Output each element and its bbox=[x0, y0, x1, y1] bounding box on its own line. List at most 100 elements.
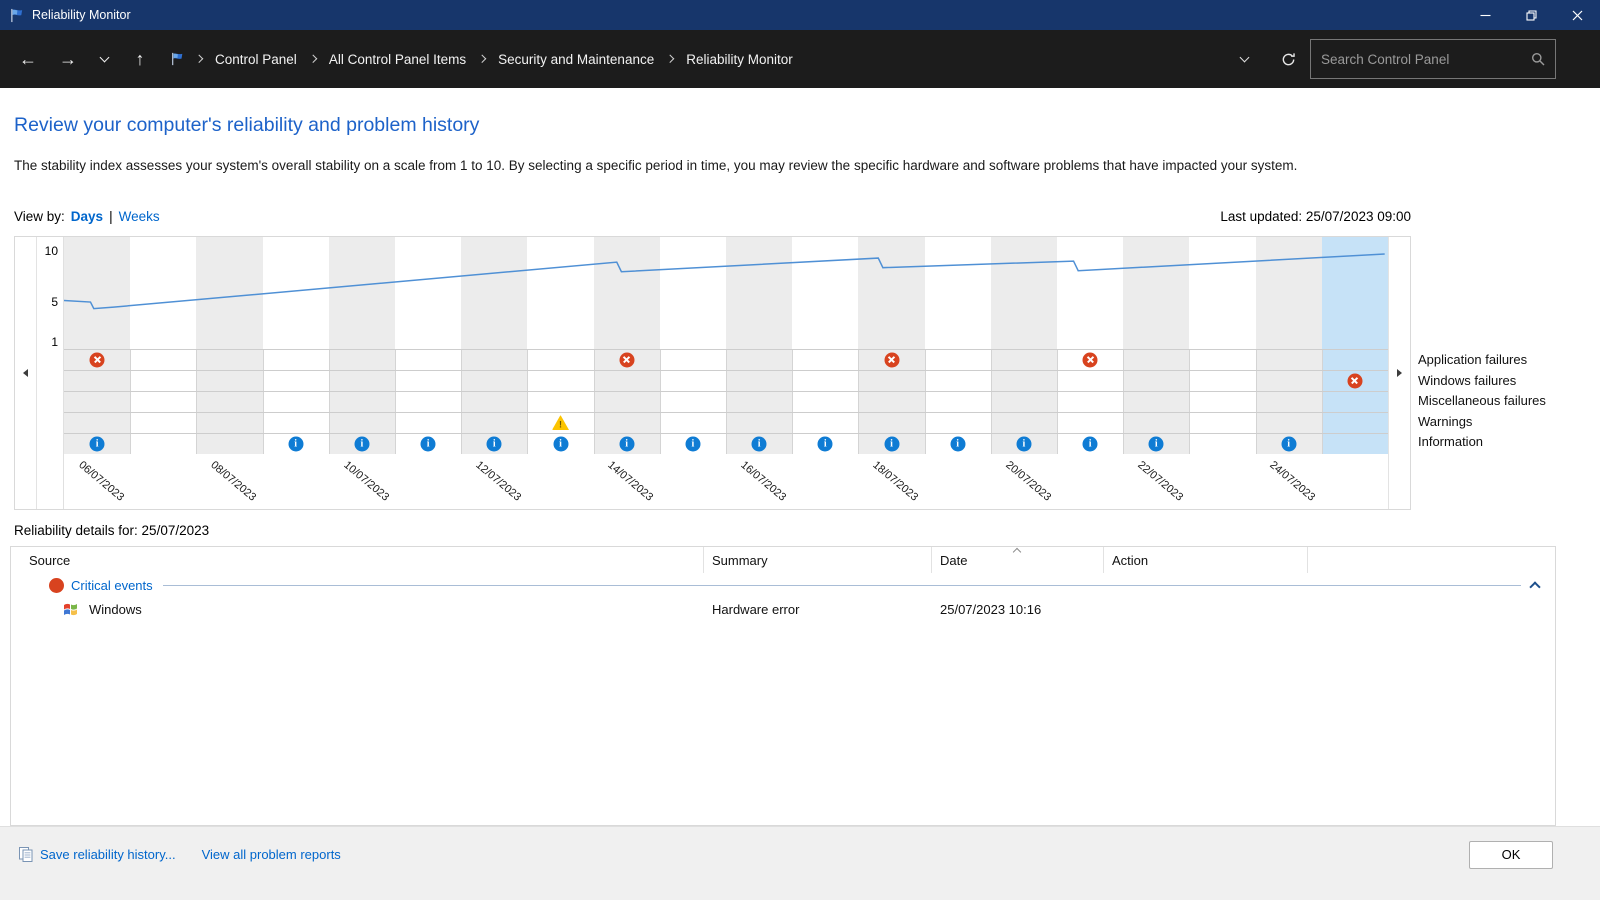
breadcrumb-chevron-icon[interactable] bbox=[189, 56, 209, 62]
grid-vline bbox=[792, 349, 793, 454]
windows-logo-icon bbox=[63, 601, 79, 617]
forward-button[interactable]: → bbox=[48, 39, 88, 79]
grid-vline bbox=[858, 349, 859, 454]
address-flag-icon bbox=[170, 52, 185, 66]
column-header-action[interactable]: Action bbox=[1104, 547, 1308, 573]
group-divider bbox=[163, 585, 1521, 586]
stability-chart: 1051 !iiiiiiiiiiiiiiii 06/07/202308/07/2… bbox=[14, 236, 1411, 510]
table-row[interactable]: Windows Hardware error 25/07/2023 10:16 bbox=[11, 597, 1555, 621]
view-by-separator: | bbox=[109, 209, 113, 224]
chart-scroll-right-button[interactable] bbox=[1388, 237, 1410, 509]
scroll-left-icon bbox=[23, 369, 28, 377]
chart-y-axis: 1051 bbox=[37, 237, 63, 509]
information-icon[interactable]: i bbox=[421, 436, 436, 451]
search-input[interactable] bbox=[1321, 52, 1531, 67]
chart-date-label: 24/07/2023 bbox=[1268, 459, 1318, 504]
chart-date-label: 10/07/2023 bbox=[341, 459, 391, 504]
breadcrumb-chevron-icon[interactable] bbox=[472, 56, 492, 62]
information-icon[interactable]: i bbox=[288, 436, 303, 451]
grid-vline bbox=[130, 349, 131, 454]
application-failures-icon[interactable] bbox=[90, 352, 105, 367]
search-icon[interactable] bbox=[1531, 52, 1545, 66]
breadcrumb-chevron-icon[interactable] bbox=[303, 56, 323, 62]
information-icon[interactable]: i bbox=[1083, 436, 1098, 451]
grid-vline bbox=[594, 349, 595, 454]
grid-hline bbox=[64, 412, 1388, 413]
legend-windows-failures: Windows failures bbox=[1418, 371, 1546, 392]
main-content: Review your computer's reliability and p… bbox=[0, 88, 1600, 826]
information-icon[interactable]: i bbox=[1281, 436, 1296, 451]
save-report-icon bbox=[18, 846, 34, 863]
critical-events-group-row[interactable]: Critical events bbox=[11, 573, 1555, 597]
reliability-monitor-window: Reliability Monitor ← → ↑ bbox=[0, 0, 1600, 900]
footer-bar: Save reliability history... View all pro… bbox=[0, 826, 1600, 900]
chart-scroll-left-button[interactable] bbox=[15, 237, 37, 509]
restore-button[interactable] bbox=[1508, 0, 1554, 30]
information-icon[interactable]: i bbox=[619, 436, 634, 451]
minimize-button[interactable] bbox=[1462, 0, 1508, 30]
column-header-source[interactable]: Source bbox=[11, 547, 704, 573]
ok-button[interactable]: OK bbox=[1469, 841, 1553, 869]
breadcrumb-chevron-icon[interactable] bbox=[660, 56, 680, 62]
chart-date-label: 06/07/2023 bbox=[76, 459, 126, 504]
windows-failures-icon[interactable] bbox=[1347, 373, 1362, 388]
information-icon[interactable]: i bbox=[1149, 436, 1164, 451]
row-source: Windows bbox=[89, 602, 142, 617]
back-button[interactable]: ← bbox=[8, 39, 48, 79]
reliability-flag-icon bbox=[9, 8, 25, 23]
application-failures-icon[interactable] bbox=[884, 352, 899, 367]
save-history-group: Save reliability history... bbox=[18, 846, 176, 863]
information-icon[interactable]: i bbox=[1016, 436, 1031, 451]
details-heading: Reliability details for: 25/07/2023 bbox=[14, 523, 209, 538]
information-icon[interactable]: i bbox=[487, 436, 502, 451]
chart-date-label: 14/07/2023 bbox=[606, 459, 656, 504]
save-reliability-history-link[interactable]: Save reliability history... bbox=[40, 847, 176, 862]
information-icon[interactable]: i bbox=[90, 436, 105, 451]
critical-error-icon bbox=[49, 578, 64, 593]
chart-date-label: 16/07/2023 bbox=[738, 459, 788, 504]
up-button[interactable]: ↑ bbox=[120, 39, 160, 79]
application-failures-icon[interactable] bbox=[1083, 352, 1098, 367]
information-icon[interactable]: i bbox=[685, 436, 700, 451]
information-icon[interactable]: i bbox=[950, 436, 965, 451]
column-header-empty bbox=[1308, 547, 1555, 573]
information-icon[interactable]: i bbox=[752, 436, 767, 451]
column-header-date[interactable]: Date bbox=[932, 547, 1104, 573]
refresh-icon[interactable] bbox=[1266, 39, 1310, 79]
collapse-group-icon[interactable] bbox=[1529, 581, 1540, 592]
page-title: Review your computer's reliability and p… bbox=[14, 114, 479, 137]
breadcrumb-item-all-control-panel-items[interactable]: All Control Panel Items bbox=[323, 46, 472, 73]
column-header-summary[interactable]: Summary bbox=[704, 547, 932, 573]
information-icon[interactable]: i bbox=[884, 436, 899, 451]
chart-date-label: 22/07/2023 bbox=[1135, 459, 1185, 504]
grid-vline bbox=[726, 349, 727, 454]
breadcrumb-item-control-panel[interactable]: Control Panel bbox=[209, 46, 303, 73]
close-button[interactable] bbox=[1554, 0, 1600, 30]
legend-miscellaneous-failures: Miscellaneous failures bbox=[1418, 391, 1546, 412]
group-label: Critical events bbox=[71, 578, 153, 593]
information-icon[interactable]: i bbox=[818, 436, 833, 451]
grid-hline bbox=[64, 349, 1388, 350]
recent-pages-dropdown-icon[interactable] bbox=[88, 39, 120, 79]
breadcrumb-item-reliability-monitor[interactable]: Reliability Monitor bbox=[680, 46, 799, 73]
grid-vline bbox=[263, 349, 264, 454]
view-by-days-link[interactable]: Days bbox=[71, 209, 103, 224]
y-axis-tick: 10 bbox=[45, 243, 58, 259]
view-by-weeks-link[interactable]: Weeks bbox=[119, 209, 160, 224]
y-axis-tick: 1 bbox=[51, 334, 58, 350]
chart-date-band: 06/07/202308/07/202310/07/202312/07/2023… bbox=[64, 454, 1388, 509]
search-box bbox=[1310, 39, 1556, 79]
chart-date-label: 12/07/2023 bbox=[473, 459, 523, 504]
information-icon[interactable]: i bbox=[553, 436, 568, 451]
title-bar: Reliability Monitor bbox=[0, 0, 1600, 30]
information-icon[interactable]: i bbox=[354, 436, 369, 451]
grid-vline bbox=[991, 349, 992, 454]
view-by-label: View by: bbox=[14, 209, 65, 224]
last-updated-text: Last updated: 25/07/2023 09:00 bbox=[1220, 209, 1411, 224]
view-all-problem-reports-link[interactable]: View all problem reports bbox=[202, 847, 341, 862]
application-failures-icon[interactable] bbox=[619, 352, 634, 367]
breadcrumb-item-security-and-maintenance[interactable]: Security and Maintenance bbox=[492, 46, 660, 73]
grid-hline bbox=[64, 433, 1388, 434]
grid-vline bbox=[1322, 349, 1323, 454]
address-dropdown-icon[interactable] bbox=[1222, 39, 1266, 79]
